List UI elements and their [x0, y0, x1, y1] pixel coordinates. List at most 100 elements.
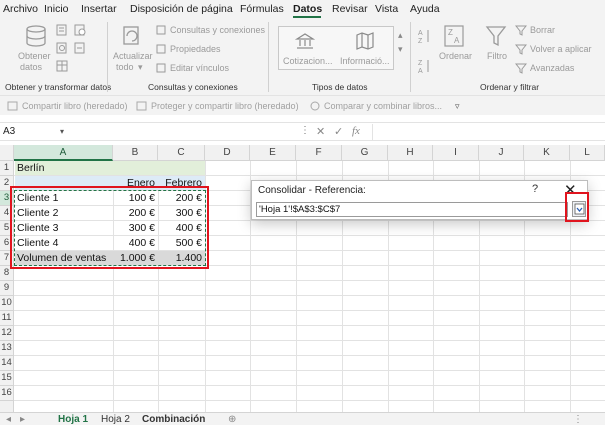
chevron-down-icon[interactable]: ▾	[60, 127, 64, 136]
group-label-queries: Consultas y conexiones	[148, 82, 238, 92]
tab-ayuda[interactable]: Ayuda	[410, 3, 440, 15]
sheet-tab-combinacion[interactable]: Combinación	[142, 414, 205, 425]
column-header-k[interactable]: K	[524, 145, 570, 161]
row-header-16[interactable]: 16	[0, 386, 14, 401]
column-header-i[interactable]: I	[433, 145, 479, 161]
row-header-13[interactable]: 13	[0, 341, 14, 356]
chevron-down-icon[interactable]: ▾	[398, 44, 403, 55]
select-all-corner[interactable]	[0, 145, 14, 161]
gridline	[14, 385, 605, 386]
ribbon-row2: Compartir libro (heredado) Proteger y co…	[0, 95, 605, 115]
chevron-up-icon[interactable]: ▴	[398, 30, 403, 41]
reference-input[interactable]: 'Hoja 1'!$A$3:$C$7	[256, 202, 568, 217]
cell-b1-fill[interactable]	[113, 161, 205, 175]
row-header-9[interactable]: 9	[0, 281, 14, 296]
geography-button[interactable]: Informació...	[340, 56, 390, 66]
tab-insertar[interactable]: Insertar	[81, 3, 117, 15]
name-box[interactable]: A3	[0, 123, 58, 141]
column-header-f[interactable]: F	[296, 145, 342, 161]
dialog-title: Consolidar - Referencia:	[258, 185, 366, 196]
column-header-c[interactable]: C	[158, 145, 205, 161]
column-header-l[interactable]: L	[570, 145, 605, 161]
add-sheet-icon[interactable]: ⊕	[228, 414, 236, 425]
group-separator	[268, 22, 269, 92]
help-icon[interactable]: ?	[532, 183, 538, 195]
scroll-right-icon[interactable]: ▸	[20, 414, 25, 425]
svg-text:Z: Z	[418, 60, 423, 67]
customize-toolbar-icon[interactable]: ▿	[455, 101, 460, 112]
edit-links-button[interactable]: Editar vínculos	[170, 63, 229, 73]
group-separator	[410, 22, 411, 92]
column-header-b[interactable]: B	[113, 145, 158, 161]
row-header-14[interactable]: 14	[0, 356, 14, 371]
column-header-g[interactable]: G	[342, 145, 388, 161]
highlight-box-button	[565, 192, 589, 222]
from-table-icon[interactable]	[56, 60, 68, 72]
tab-formulas[interactable]: Fórmulas	[240, 3, 284, 15]
advanced-button[interactable]: Avanzadas	[530, 63, 574, 73]
protect-share-icon	[136, 101, 147, 111]
tab-revisar[interactable]: Revisar	[332, 3, 368, 15]
recent-sources-icon[interactable]	[74, 24, 86, 36]
sheet-tab-hoja1[interactable]: Hoja 1	[58, 414, 88, 425]
column-header-a[interactable]: A	[14, 145, 113, 161]
formula-input[interactable]	[372, 124, 605, 140]
gridline	[14, 280, 605, 281]
column-header-h[interactable]: H	[388, 145, 433, 161]
group-label-sort-filter: Ordenar y filtrar	[480, 82, 540, 92]
ribbon: Obtener datos Obtener y transformar dato…	[0, 18, 605, 95]
tab-datos[interactable]: Datos	[293, 3, 322, 15]
clear-filter-icon	[515, 25, 527, 36]
database-icon	[26, 25, 46, 47]
group-label-data-types: Tipos de datos	[312, 82, 368, 92]
properties-button[interactable]: Propiedades	[170, 44, 221, 54]
column-header-d[interactable]: D	[205, 145, 250, 161]
more-icon: ⋮	[300, 125, 310, 136]
stocks-button[interactable]: Cotizacion...	[283, 56, 333, 66]
scroll-left-icon[interactable]: ◂	[6, 414, 11, 425]
share-workbook-button[interactable]: Compartir libro (heredado)	[22, 101, 128, 111]
row-header-10[interactable]: 10	[0, 296, 14, 311]
row-header-11[interactable]: 11	[0, 311, 14, 326]
svg-text:A: A	[418, 30, 423, 37]
reapply-button[interactable]: Volver a aplicar	[530, 44, 592, 54]
gridline	[14, 355, 605, 356]
edit-links-icon	[156, 63, 166, 73]
sort-za-icon[interactable]: Z A	[418, 58, 432, 74]
chevron-down-icon: ▾	[138, 62, 143, 72]
cell-a1[interactable]: Berlín	[15, 161, 113, 175]
tab-inicio[interactable]: Inicio	[44, 3, 69, 15]
svg-text:A: A	[418, 68, 423, 74]
group-label-get-data: Obtener y transformar datos	[5, 82, 112, 92]
row-header-1[interactable]: 1	[0, 161, 14, 176]
check-icon[interactable]: ✓	[334, 125, 343, 138]
compare-merge-button[interactable]: Comparar y combinar libros...	[324, 101, 442, 111]
advanced-filter-icon	[515, 63, 527, 74]
sheet-tabs-bar: ◂ ▸ Hoja 1 Hoja 2 Combinación ⊕ ⋮	[0, 412, 605, 425]
existing-connections-icon[interactable]	[74, 42, 86, 54]
column-header-e[interactable]: E	[250, 145, 296, 161]
clear-button[interactable]: Borrar	[530, 25, 555, 35]
cancel-icon[interactable]: ✕	[316, 125, 325, 138]
tab-disposicion[interactable]: Disposición de página	[130, 3, 233, 15]
queries-connections-button[interactable]: Consultas y conexiones	[170, 25, 265, 35]
refresh-label2: todo	[116, 62, 134, 72]
refresh-icon	[123, 26, 139, 45]
more-options-icon[interactable]: ⋮	[573, 414, 583, 425]
gridline	[14, 340, 605, 341]
row-header-15[interactable]: 15	[0, 371, 14, 386]
protect-share-button[interactable]: Proteger y compartir libro (heredado)	[151, 101, 299, 111]
compare-merge-icon	[310, 101, 320, 111]
row-header-12[interactable]: 12	[0, 326, 14, 341]
gridline	[14, 295, 605, 296]
sort-az-icon[interactable]: A Z	[418, 28, 432, 44]
from-web-icon[interactable]	[56, 42, 68, 54]
column-header-j[interactable]: J	[479, 145, 524, 161]
tab-vista[interactable]: Vista	[375, 3, 398, 15]
from-text-icon[interactable]	[56, 24, 68, 36]
sheet-tab-hoja2[interactable]: Hoja 2	[101, 414, 130, 425]
tab-archivo[interactable]: Archivo	[3, 3, 38, 15]
insert-function-button[interactable]: fx	[352, 125, 360, 137]
formula-bar: A3 ▾ ⋮ ✕ ✓ fx	[0, 122, 605, 141]
svg-text:Z: Z	[448, 28, 453, 37]
